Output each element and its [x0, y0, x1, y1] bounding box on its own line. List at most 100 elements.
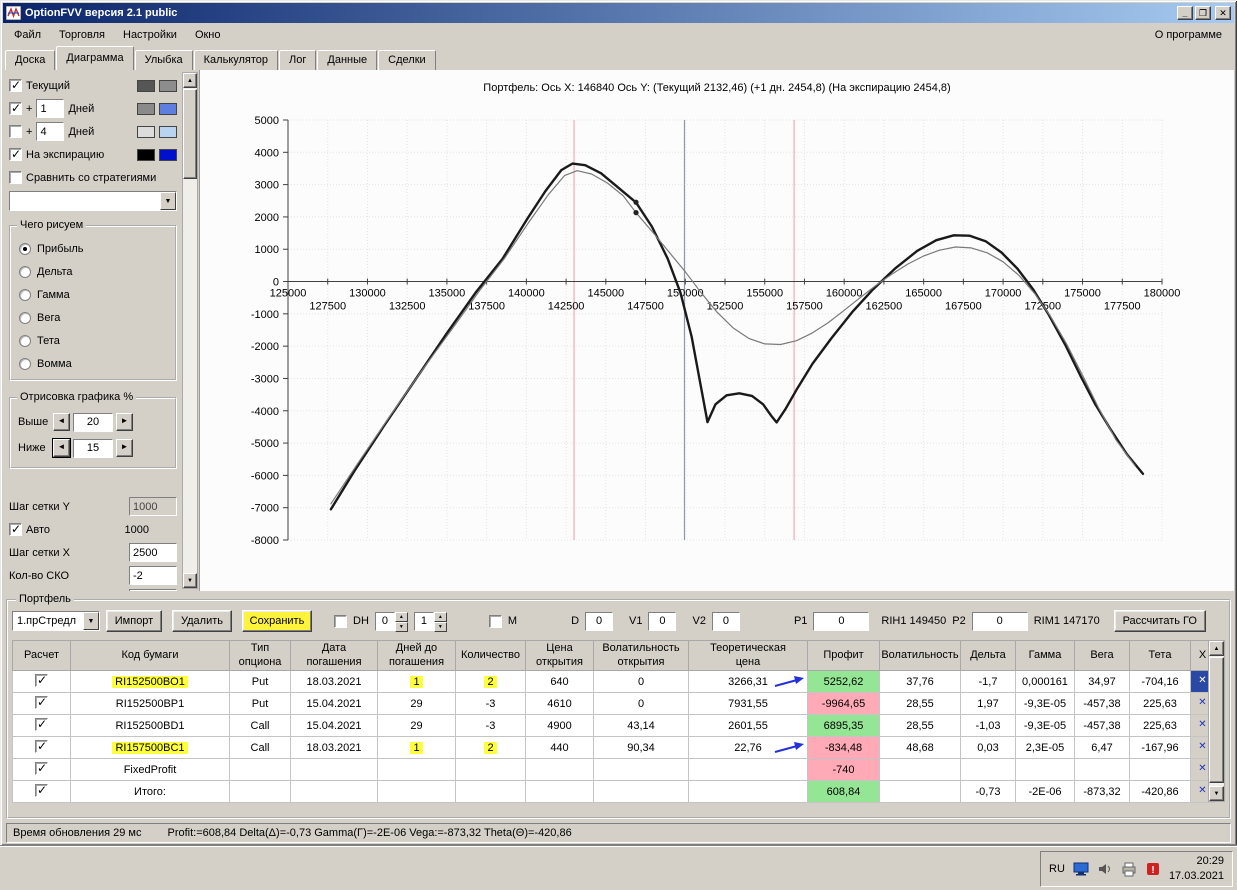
expiration-checkbox[interactable] [9, 147, 22, 161]
dh-spinner-1[interactable]: ▲▼ [374, 611, 408, 632]
sidebar-scrollbar[interactable]: ▲ ▼ [182, 72, 198, 589]
calc-go-button[interactable]: Рассчитать ГО [1113, 610, 1206, 632]
m-checkbox[interactable] [488, 614, 502, 628]
row-calc-checkbox[interactable] [35, 673, 48, 687]
spin-down-icon[interactable]: ▼ [394, 621, 408, 632]
import-button[interactable]: Импорт [106, 610, 162, 632]
menu-file[interactable]: Файл [5, 26, 50, 44]
tab-calculator[interactable]: Калькулятор [193, 50, 279, 70]
tab-board[interactable]: Доска [5, 50, 56, 70]
menu-settings[interactable]: Настройки [114, 26, 186, 44]
compare-strategy-select[interactable]: ▼ [9, 191, 177, 211]
radio-gamma[interactable]: Гамма [13, 283, 173, 306]
plus4-checkbox[interactable] [9, 125, 22, 138]
radio-icon[interactable] [19, 334, 31, 347]
y-tick-label: -8000 [251, 535, 279, 547]
scroll-down-icon[interactable]: ▼ [183, 573, 197, 588]
tab-smile[interactable]: Улыбка [134, 50, 193, 70]
plus1-days-input[interactable] [36, 99, 65, 118]
v1-input[interactable] [648, 611, 677, 631]
radio-icon[interactable] [19, 288, 31, 301]
v2-input[interactable] [711, 611, 740, 631]
scrollbar-thumb[interactable] [183, 89, 197, 179]
cell-open_vol: 43,14 [593, 714, 689, 737]
current-line-color-swatch[interactable] [137, 79, 155, 92]
plus1-fill-color-swatch[interactable] [159, 102, 177, 115]
scroll-up-icon[interactable]: ▲ [183, 73, 197, 88]
dh-spinner-2[interactable]: ▲▼ [413, 611, 447, 632]
above-value-input[interactable] [73, 412, 113, 432]
radio-delta[interactable]: Дельта [13, 260, 173, 283]
scrollbar-thumb[interactable] [1209, 657, 1224, 783]
spin-up-icon[interactable]: ▲ [433, 611, 447, 622]
grid-x-input[interactable] [129, 543, 177, 562]
p2-input[interactable] [971, 611, 1028, 631]
plus4-fill-color-swatch[interactable] [159, 125, 177, 138]
radio-icon[interactable] [19, 311, 31, 324]
menu-trading[interactable]: Торговля [50, 26, 114, 44]
tab-data[interactable]: Данные [317, 50, 378, 70]
printer-icon[interactable] [1121, 861, 1137, 877]
table-scrollbar[interactable]: ▲ ▼ [1208, 640, 1225, 802]
dh-spinner-2-value[interactable] [413, 611, 434, 631]
below-value-input[interactable] [73, 438, 113, 458]
dropdown-arrow-icon[interactable]: ▼ [83, 612, 99, 630]
plus1-checkbox[interactable] [9, 101, 22, 115]
dh-checkbox[interactable] [334, 614, 347, 628]
radio-icon[interactable] [19, 265, 31, 278]
below-decrease-button[interactable]: ◄ [52, 438, 71, 458]
clock[interactable]: 20:29 17.03.2021 [1169, 854, 1224, 884]
d-input[interactable] [585, 611, 614, 631]
scroll-down-icon[interactable]: ▼ [1209, 786, 1224, 801]
below-increase-button[interactable]: ► [116, 439, 133, 457]
current-checkbox[interactable] [9, 78, 22, 92]
language-indicator[interactable]: RU [1049, 863, 1065, 875]
tab-log[interactable]: Лог [279, 50, 317, 70]
current-fill-color-swatch[interactable] [159, 79, 177, 92]
grid-y-input[interactable] [129, 497, 177, 516]
row-calc-checkbox[interactable] [35, 695, 48, 709]
plus1-line-color-swatch[interactable] [137, 102, 155, 115]
above-increase-button[interactable]: ► [116, 413, 133, 431]
radio-vega[interactable]: Вега [13, 306, 173, 329]
compare-checkbox[interactable] [9, 171, 22, 184]
profit-chart[interactable]: 500040003000200010000-1000-2000-3000-400… [200, 100, 1234, 570]
spin-down-icon[interactable]: ▼ [433, 621, 447, 632]
alert-icon[interactable]: ! [1145, 861, 1161, 877]
tab-deals[interactable]: Сделки [378, 50, 436, 70]
row-calc-checkbox[interactable] [35, 739, 48, 753]
delete-button[interactable]: Удалить [172, 610, 232, 632]
minimize-button[interactable]: _ [1177, 6, 1193, 20]
plus4-line-color-swatch[interactable] [137, 125, 155, 138]
row-calc-checkbox[interactable] [35, 783, 48, 797]
above-decrease-button[interactable]: ◄ [53, 413, 70, 431]
dh-spinner-1-value[interactable] [374, 611, 395, 631]
save-button[interactable]: Сохранить [242, 610, 312, 632]
close-button[interactable]: ✕ [1215, 6, 1231, 20]
menu-about[interactable]: О программе [1145, 26, 1232, 44]
radio-profit[interactable]: Прибыль [13, 237, 173, 260]
volume-icon[interactable] [1097, 861, 1113, 877]
spin-up-icon[interactable]: ▲ [394, 611, 408, 622]
auto-checkbox[interactable] [9, 522, 22, 536]
radio-icon[interactable] [19, 242, 31, 255]
cell-theta: 225,63 [1129, 714, 1191, 737]
row-calc-checkbox[interactable] [35, 717, 48, 731]
maximize-button[interactable]: ❐ [1195, 6, 1211, 20]
sko-input[interactable] [129, 566, 177, 585]
strategy-select[interactable]: 1.прСтредл ▼ [12, 611, 100, 631]
expiration-line-color-swatch[interactable] [137, 148, 155, 161]
menu-window[interactable]: Окно [186, 26, 230, 44]
cell-delta: -1,7 [960, 670, 1016, 693]
dropdown-arrow-icon[interactable]: ▼ [160, 192, 176, 210]
radio-vomma[interactable]: Вомма [13, 352, 173, 375]
tab-diagram[interactable]: Диаграмма [56, 46, 134, 70]
scroll-up-icon[interactable]: ▲ [1209, 641, 1224, 656]
monitor-icon[interactable] [1073, 861, 1089, 877]
radio-theta[interactable]: Тета [13, 329, 173, 352]
plus4-days-input[interactable] [36, 122, 65, 141]
p1-input[interactable] [813, 611, 870, 631]
row-calc-checkbox[interactable] [35, 761, 48, 775]
radio-icon[interactable] [19, 357, 31, 370]
expiration-fill-color-swatch[interactable] [159, 148, 177, 161]
